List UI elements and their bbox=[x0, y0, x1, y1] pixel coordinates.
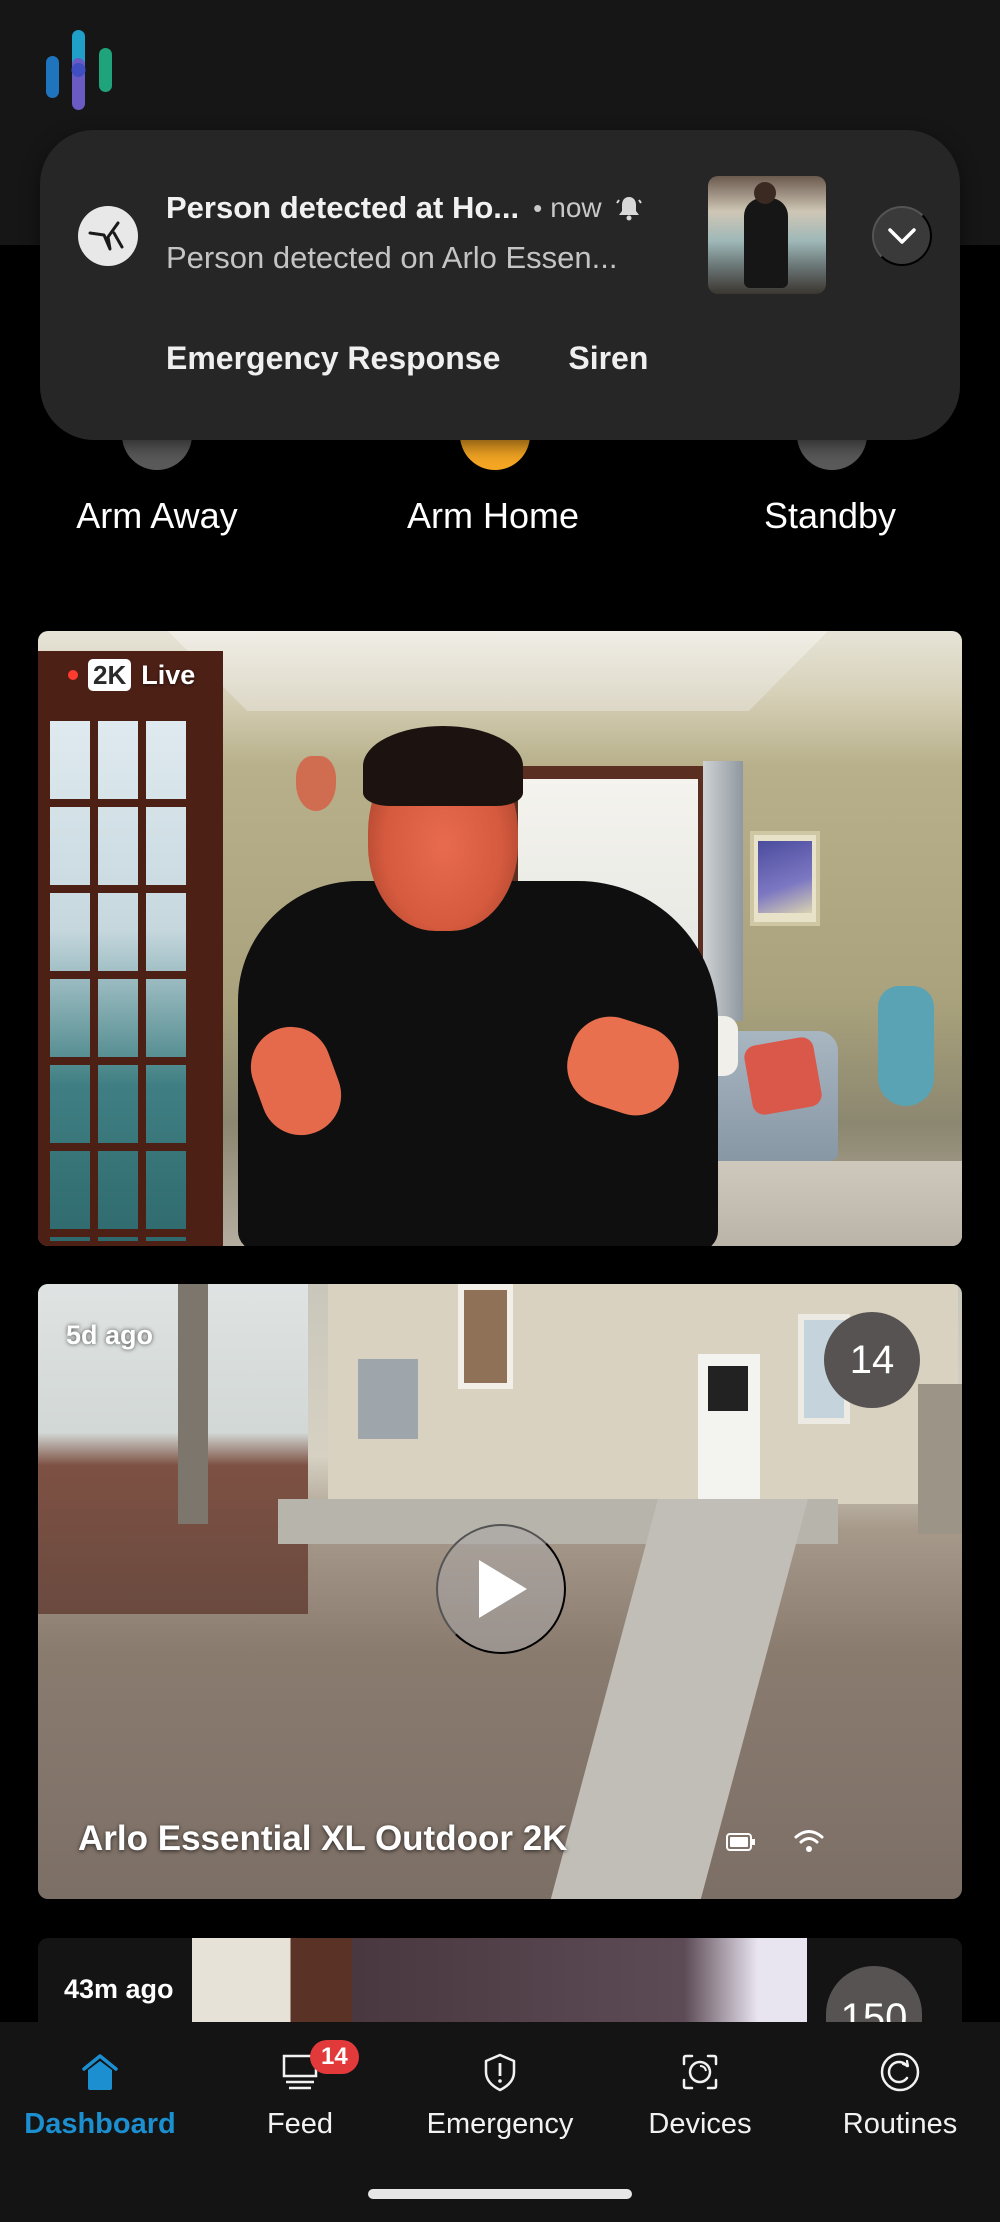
nav-feed[interactable]: 14 Feed bbox=[200, 2040, 400, 2160]
feed-count-badge: 14 bbox=[310, 2040, 359, 2074]
notification-title: Person detected at Ho... bbox=[166, 190, 520, 225]
push-notification[interactable]: Person detected at Ho... • now Person de… bbox=[40, 130, 960, 440]
separator-dot: • bbox=[533, 192, 543, 223]
bell-icon bbox=[615, 197, 642, 221]
scene-fence bbox=[918, 1384, 962, 1534]
nav-devices-label: Devices bbox=[648, 2108, 752, 2140]
notification-thumbnail bbox=[708, 176, 826, 294]
scene-walkway bbox=[548, 1499, 808, 1899]
scene-door-window bbox=[708, 1366, 748, 1411]
nav-routines[interactable]: Routines bbox=[800, 2050, 1000, 2160]
nav-feed-label: Feed bbox=[266, 2108, 334, 2140]
event-count-badge[interactable]: 14 bbox=[824, 1312, 920, 1408]
nav-routines-label: Routines bbox=[842, 2108, 958, 2140]
shield-alert-icon bbox=[478, 2050, 522, 2094]
camera-card-porch[interactable]: 43m ago 150 bbox=[38, 1938, 962, 2028]
scene-window-upper bbox=[458, 1284, 513, 1389]
camera-icon bbox=[678, 2050, 722, 2094]
notification-header: Person detected at Ho... • now bbox=[166, 186, 642, 230]
nav-emergency-label: Emergency bbox=[426, 2108, 574, 2140]
nav-dashboard-label: Dashboard bbox=[24, 2108, 176, 2140]
scene-person-hair bbox=[363, 726, 523, 806]
app-logo-icon bbox=[46, 30, 112, 110]
event-count-badge[interactable]: 150 bbox=[826, 1966, 922, 2028]
nav-emergency[interactable]: Emergency bbox=[400, 2050, 600, 2160]
time-ago-label: 5d ago bbox=[66, 1320, 154, 1350]
scene-red-pillow bbox=[742, 1035, 824, 1117]
scene-door-glass bbox=[50, 721, 190, 1241]
camera-name: Arlo Essential XL Outdoor 2K bbox=[78, 1819, 568, 1858]
live-label: Live bbox=[141, 659, 196, 690]
home-icon bbox=[78, 2050, 122, 2094]
expand-notification-button[interactable] bbox=[872, 206, 932, 266]
scene-utility-meters bbox=[358, 1359, 418, 1439]
emergency-response-button[interactable]: Emergency Response bbox=[166, 340, 500, 377]
scene-deer-head bbox=[296, 756, 336, 811]
arlo-bird-icon bbox=[78, 206, 138, 266]
arm-home-label: Arm Home bbox=[406, 495, 580, 536]
battery-icon bbox=[726, 1833, 755, 1851]
thumbnail-head bbox=[754, 182, 776, 204]
recording-dot-icon bbox=[68, 670, 78, 680]
scene-poster-art bbox=[758, 841, 812, 913]
camera-card-outdoor[interactable]: 5d ago 14 Arlo Essential XL Outdoor 2K bbox=[38, 1284, 962, 1899]
live-video-feed[interactable] bbox=[38, 631, 962, 1246]
routine-icon bbox=[878, 2050, 922, 2094]
camera-snapshot-porch[interactable] bbox=[192, 1938, 807, 2028]
live-indicator: 2K Live bbox=[68, 659, 195, 691]
wifi-icon bbox=[794, 1830, 824, 1852]
scene-guitar bbox=[878, 986, 934, 1106]
time-ago-label: 43m ago bbox=[64, 1974, 174, 2004]
scene-tree-trunk bbox=[178, 1284, 208, 1524]
notification-time: now bbox=[550, 192, 602, 223]
scene-ceiling bbox=[168, 631, 828, 711]
siren-button[interactable]: Siren bbox=[568, 340, 648, 377]
play-button[interactable] bbox=[436, 1524, 566, 1654]
arm-away-label: Arm Away bbox=[76, 495, 238, 536]
play-icon bbox=[479, 1560, 527, 1618]
nav-devices[interactable]: Devices bbox=[600, 2050, 800, 2160]
standby-label: Standby bbox=[763, 495, 897, 536]
resolution-badge: 2K bbox=[88, 659, 132, 691]
thumbnail-person bbox=[744, 198, 788, 288]
chevron-down-icon bbox=[888, 228, 916, 244]
nav-dashboard[interactable]: Dashboard bbox=[0, 2050, 200, 2160]
notification-actions: Emergency Response Siren bbox=[166, 340, 648, 377]
notification-body: Person detected on Arlo Essen... bbox=[166, 240, 618, 275]
home-gesture-bar[interactable] bbox=[368, 2189, 632, 2199]
camera-card-live[interactable]: 2K Live bbox=[38, 631, 962, 1246]
